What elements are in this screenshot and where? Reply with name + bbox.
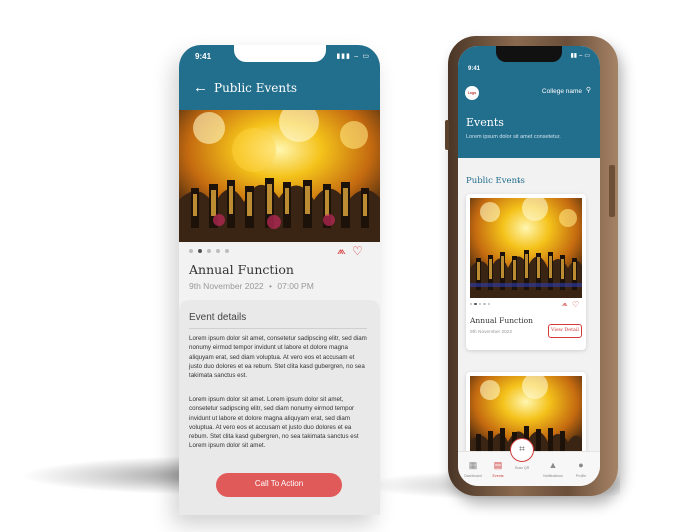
phone-notch bbox=[233, 45, 326, 62]
tab-label: Notifications bbox=[543, 474, 563, 478]
carousel-dot[interactable] bbox=[216, 249, 220, 253]
carousel-dot[interactable] bbox=[483, 303, 486, 306]
app-header: 9:41 ▮▮▮ ⌢ ▭ ← Public Events bbox=[179, 45, 380, 110]
tab-profile[interactable]: ● Profile bbox=[568, 460, 594, 478]
divider bbox=[189, 328, 367, 329]
college-name[interactable]: College name bbox=[542, 88, 582, 95]
arrow-left-icon[interactable]: ← bbox=[193, 80, 208, 95]
event-time: 07:00 PM bbox=[277, 281, 314, 291]
carousel-dot[interactable] bbox=[189, 249, 193, 253]
details-heading: Event details bbox=[189, 312, 247, 323]
status-time: 9:41 bbox=[195, 52, 212, 61]
view-detail-button[interactable]: View Detail bbox=[548, 324, 582, 338]
carousel-dot[interactable] bbox=[478, 303, 482, 306]
details-paragraph-1: Lorem ipsum dolor sit amet, consetetur s… bbox=[189, 335, 367, 380]
bell-icon: ▲ bbox=[548, 460, 558, 470]
calendar-icon: ▤ bbox=[493, 460, 503, 470]
college-logo[interactable]: Logo bbox=[465, 86, 479, 100]
tab-events[interactable]: ▤ Events bbox=[485, 460, 511, 478]
event-image[interactable] bbox=[470, 198, 582, 298]
carousel-dot-active[interactable] bbox=[198, 249, 202, 253]
grid-icon: ▦ bbox=[468, 460, 478, 470]
event-datetime: 9th November 2022 • 07:00 PM bbox=[189, 281, 314, 291]
side-button bbox=[609, 165, 615, 217]
share-icon[interactable]: ⩕ bbox=[337, 245, 346, 258]
location-pin-icon[interactable]: ⚲ bbox=[586, 86, 591, 94]
qr-scan-icon[interactable]: ⌗ bbox=[510, 438, 534, 462]
left-phone-screen: 9:41 ▮▮▮ ⌢ ▭ ← Public Events ⩕ ♡ Annual … bbox=[179, 45, 380, 515]
carousel-dot[interactable] bbox=[225, 249, 229, 253]
page-title: Public Events bbox=[214, 81, 298, 95]
details-paragraph-2: Lorem ipsum dolor sit amet. Lorem ipsum … bbox=[189, 396, 359, 450]
carousel-dot[interactable] bbox=[470, 303, 473, 306]
tab-scan-qr-label[interactable]: Scan QR bbox=[510, 466, 534, 470]
date-separator: • bbox=[269, 281, 273, 291]
call-to-action-button[interactable]: Call To Action bbox=[216, 473, 342, 497]
event-title: Annual Function bbox=[470, 316, 533, 325]
status-time: 9:41 bbox=[468, 66, 481, 72]
page-subtitle: Lorem ipsum dolor sit amet consetetur. bbox=[466, 134, 561, 140]
tab-label: Events bbox=[492, 474, 504, 478]
chevron-down-icon[interactable]: ⌄ bbox=[516, 176, 522, 184]
carousel-dots[interactable] bbox=[470, 303, 490, 306]
phone-notch bbox=[496, 46, 562, 62]
heart-icon[interactable]: ♡ bbox=[352, 244, 363, 258]
app-header: 9:41 ▮▮ ⌢ ▭ Logo College name ⚲ Events L… bbox=[458, 46, 600, 158]
page-title: Events bbox=[466, 116, 504, 129]
right-phone-screen: 9:41 ▮▮ ⌢ ▭ Logo College name ⚲ Events L… bbox=[458, 46, 600, 486]
carousel-dot[interactable] bbox=[207, 249, 211, 253]
event-title: Annual Function bbox=[189, 262, 294, 277]
tab-notifications[interactable]: ▲ Notifications bbox=[540, 460, 566, 478]
event-card[interactable]: ⩕ ♡ Annual Function 9th November 2022 Vi… bbox=[466, 194, 586, 350]
event-image[interactable] bbox=[179, 110, 380, 242]
carousel-dot-active[interactable] bbox=[474, 303, 477, 306]
carousel-dot[interactable] bbox=[487, 303, 490, 306]
event-date: 9th November 2022 bbox=[470, 330, 513, 335]
tab-dashboard[interactable]: ▦ Dashboard bbox=[460, 460, 486, 478]
carousel-dots[interactable] bbox=[189, 249, 229, 253]
heart-icon[interactable]: ♡ bbox=[572, 300, 579, 309]
tab-label: Profile bbox=[575, 474, 587, 478]
share-icon[interactable]: ⩕ bbox=[562, 301, 568, 309]
volume-button bbox=[445, 120, 449, 150]
status-icons: ▮▮ ⌢ ▭ bbox=[570, 53, 590, 59]
tab-label: Dashboard bbox=[464, 474, 482, 478]
status-icons: ▮▮▮ ⌢ ▭ bbox=[336, 53, 370, 60]
event-date: 9th November 2022 bbox=[189, 281, 264, 291]
user-icon: ● bbox=[578, 460, 584, 470]
